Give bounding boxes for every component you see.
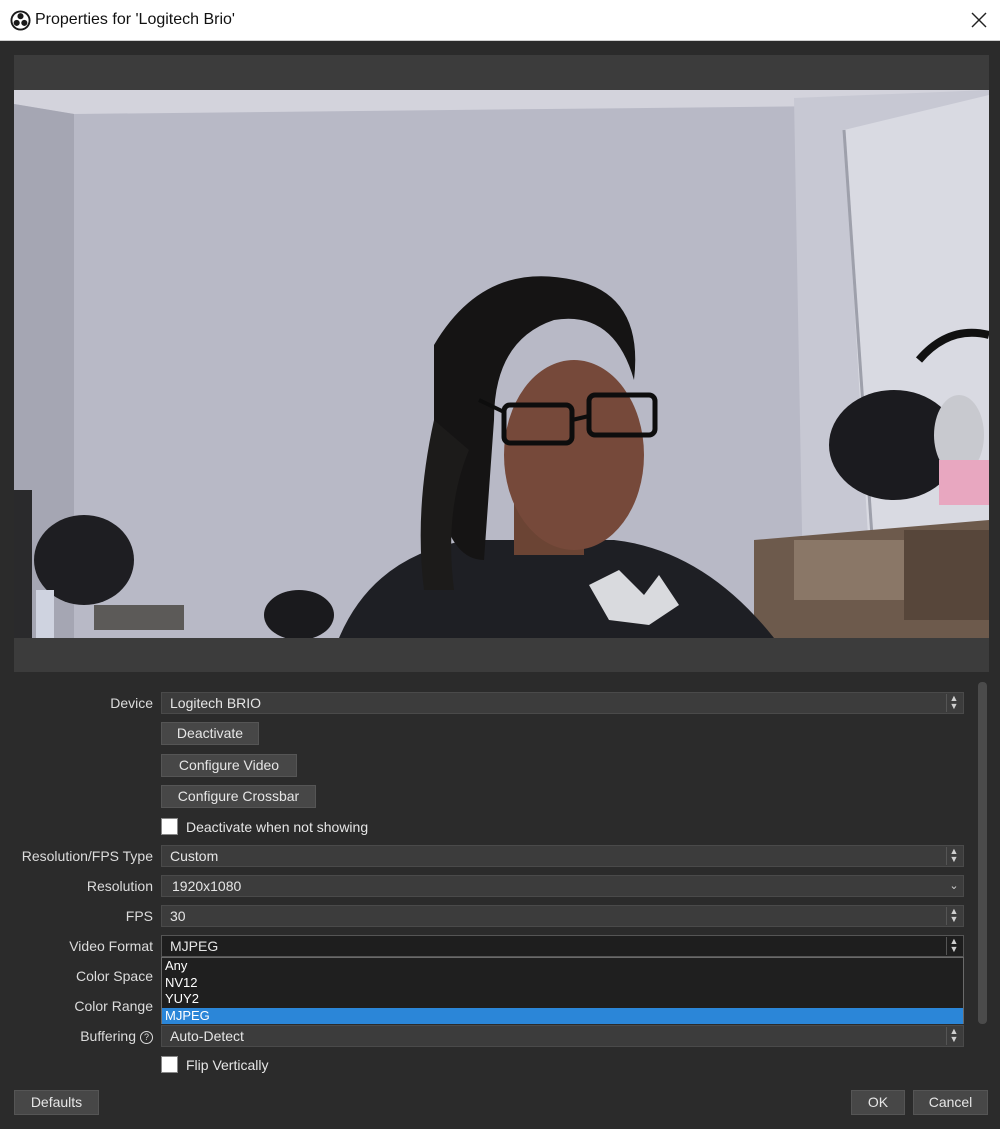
device-select[interactable]: Logitech BRIO ▲ ▼ <box>161 692 964 714</box>
resolution-combo[interactable]: 1920x1080 ⌄ <box>161 875 964 897</box>
spin-arrows-icon: ▲ ▼ <box>946 1027 961 1045</box>
ok-button[interactable]: OK <box>851 1090 905 1115</box>
resolution-fps-type-label: Resolution/FPS Type <box>21 848 153 864</box>
video-format-value: MJPEG <box>170 938 219 954</box>
dropdown-option[interactable]: YUY2 <box>162 991 963 1008</box>
spin-arrows-icon: ▲ ▼ <box>946 937 961 955</box>
deactivate-button[interactable]: Deactivate <box>161 722 259 745</box>
buffering-select[interactable]: Auto-Detect ▲ ▼ <box>161 1025 964 1047</box>
video-format-select[interactable]: MJPEG ▲ ▼ <box>161 935 964 957</box>
title-bar: Properties for 'Logitech Brio' <box>0 0 1000 41</box>
scrollbar[interactable] <box>978 682 987 1024</box>
question-circle-icon[interactable]: ? <box>140 1031 153 1044</box>
obs-icon <box>10 10 31 31</box>
preview-area <box>14 55 989 672</box>
deactivate-when-not-showing-label: Deactivate when not showing <box>186 819 369 835</box>
cancel-button[interactable]: Cancel <box>913 1090 988 1115</box>
deactivate-when-not-showing-checkbox[interactable] <box>161 818 178 835</box>
webcam-preview-image <box>14 90 989 638</box>
color-space-label: Color Space <box>75 968 153 984</box>
buffering-label-text: Buffering <box>80 1028 136 1044</box>
spin-arrows-icon: ▲ ▼ <box>946 847 961 865</box>
color-range-label: Color Range <box>74 998 153 1014</box>
resolution-label: Resolution <box>86 878 153 894</box>
fps-value: 30 <box>170 908 186 924</box>
flip-vertically-label: Flip Vertically <box>186 1057 269 1073</box>
spin-arrows-icon: ▲ ▼ <box>946 907 961 925</box>
close-icon[interactable] <box>968 9 990 31</box>
window-title: Properties for 'Logitech Brio' <box>35 11 235 28</box>
spin-arrows-icon: ▲ ▼ <box>946 694 961 712</box>
flip-vertically-checkbox[interactable] <box>161 1056 178 1073</box>
resolution-fps-type-select[interactable]: Custom ▲ ▼ <box>161 845 964 867</box>
device-label: Device <box>110 695 153 711</box>
buffering-value: Auto-Detect <box>170 1028 244 1044</box>
dropdown-option[interactable]: NV12 <box>162 975 963 992</box>
device-value: Logitech BRIO <box>170 695 262 711</box>
configure-crossbar-button[interactable]: Configure Crossbar <box>161 785 316 808</box>
dropdown-option-selected[interactable]: MJPEG <box>162 1007 963 1024</box>
resolution-fps-type-value: Custom <box>170 848 219 864</box>
chevron-down-icon[interactable]: ⌄ <box>947 877 961 895</box>
video-format-label: Video Format <box>69 938 153 954</box>
video-format-dropdown-list[interactable]: Any NV12 YUY2 MJPEG <box>161 957 964 1024</box>
configure-video-button[interactable]: Configure Video <box>161 754 297 777</box>
fps-select[interactable]: 30 ▲ ▼ <box>161 905 964 927</box>
resolution-value: 1920x1080 <box>172 878 242 894</box>
fps-label: FPS <box>125 908 153 924</box>
dropdown-option[interactable]: Any <box>162 958 963 975</box>
defaults-button[interactable]: Defaults <box>14 1090 99 1115</box>
buffering-label: Buffering? <box>80 1028 153 1044</box>
